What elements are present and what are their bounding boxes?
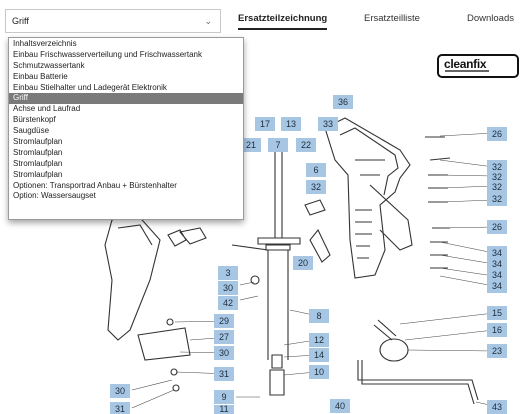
part-label[interactable]: 16 [487,323,507,337]
part-label[interactable]: 30 [110,384,130,398]
part-label[interactable]: 43 [487,400,507,414]
part-label[interactable]: 34 [487,279,507,293]
tab-downloads[interactable]: Downloads [467,13,514,24]
part-label[interactable]: 40 [330,399,350,413]
part-label[interactable]: 12 [309,333,329,347]
part-label[interactable]: 32 [306,180,326,194]
logo-underline [445,70,489,72]
part-label[interactable]: 30 [214,346,234,360]
dropdown-item[interactable]: Schmutzwassertank [9,61,243,72]
dropdown-item[interactable]: Optionen: Transportrad Anbau + Bürstenha… [9,181,243,192]
part-label[interactable]: 31 [110,402,130,414]
part-label[interactable]: 8 [309,309,329,323]
part-label[interactable]: 15 [487,306,507,320]
part-label[interactable]: 3 [218,266,238,280]
part-label[interactable]: 33 [318,117,338,131]
dropdown-item[interactable]: Einbau Stielhalter und Ladegerät Elektro… [9,83,243,94]
tab-ersatzteilzeichnung[interactable]: Ersatzteilzeichnung [238,13,328,30]
dropdown-item[interactable]: Stromlaufplan [9,137,243,148]
part-label[interactable]: 14 [309,348,329,362]
section-select[interactable]: Griff ⌄ [5,9,221,33]
part-label[interactable]: 23 [487,344,507,358]
dropdown-item[interactable]: Bürstenkopf [9,115,243,126]
part-label[interactable]: 36 [333,95,353,109]
part-label[interactable]: 7 [268,138,288,152]
dropdown-item[interactable]: Saugdüse [9,126,243,137]
dropdown-item[interactable]: Stromlaufplan [9,170,243,181]
part-label[interactable]: 30 [218,281,238,295]
part-label[interactable]: 10 [309,365,329,379]
part-label[interactable]: 22 [296,138,316,152]
part-label[interactable]: 13 [281,117,301,131]
tab-ersatzteilliste[interactable]: Ersatzteilliste [364,13,420,24]
dropdown-item[interactable]: Inhaltsverzeichnis [9,39,243,50]
part-label[interactable]: 29 [214,314,234,328]
dropdown-item[interactable]: Stromlaufplan [9,148,243,159]
top-bar: Griff ⌄ Ersatzteilzeichnung Ersatzteilli… [0,0,530,40]
dropdown-item[interactable]: Stromlaufplan [9,159,243,170]
dropdown-item-selected[interactable]: Griff [9,93,243,105]
dropdown-item[interactable]: Einbau Batterie [9,72,243,83]
part-label[interactable]: 42 [218,296,238,310]
part-label[interactable]: 26 [487,220,507,234]
section-dropdown-list[interactable]: Inhaltsverzeichnis Einbau Frischwasserve… [8,37,244,220]
dropdown-item[interactable]: Option: Wassersaugset [9,191,243,202]
cleanfix-logo: cleanfix [437,54,519,78]
chevron-down-icon[interactable]: ⌄ [204,10,212,32]
part-label[interactable]: 17 [255,117,275,131]
part-label[interactable]: 20 [293,256,313,270]
dropdown-item[interactable]: Einbau Frischwasserverteilung und Frisch… [9,50,243,61]
part-label[interactable]: 21 [241,138,261,152]
part-label[interactable]: 32 [487,192,507,206]
logo-text: cleanfix [444,57,487,71]
part-label[interactable]: 6 [306,163,326,177]
dropdown-item[interactable]: Achse und Laufrad [9,104,243,115]
part-label[interactable]: 31 [214,367,234,381]
part-label[interactable]: 27 [214,330,234,344]
part-label[interactable]: 26 [487,127,507,141]
part-label[interactable]: 9 [214,390,234,404]
part-label[interactable]: 11 [214,405,234,414]
section-select-value: Griff [12,16,29,26]
